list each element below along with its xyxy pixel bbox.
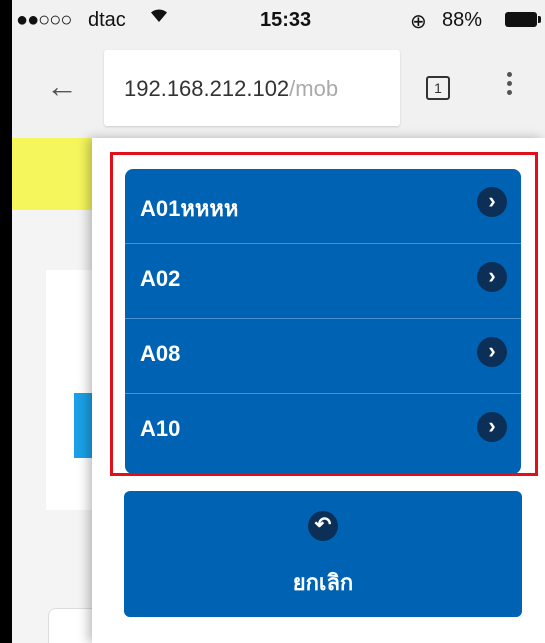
carrier-name: dtac — [88, 9, 126, 31]
chevron-right-icon: › — [477, 337, 507, 367]
clock: 15:33 — [260, 9, 312, 31]
url-path: /mob — [289, 76, 339, 101]
list-item-label: A10 — [140, 416, 181, 441]
address-bar[interactable]: 192.168.212.102/mob — [104, 50, 400, 126]
battery-icon — [505, 12, 541, 27]
list-item[interactable]: A02 › — [125, 244, 521, 319]
tab-switcher-button[interactable]: 1 — [426, 76, 450, 100]
chevron-right-icon: › — [477, 262, 507, 292]
battery-percent: 88% — [442, 9, 483, 31]
cancel-button[interactable]: ↶ ยกเลิก — [124, 491, 522, 617]
phone-screen: ●●○○○ dtac 15:33 ⊕ 88% ← 192.168.212.102… — [12, 0, 545, 643]
back-arrow-icon[interactable]: ← — [46, 68, 78, 105]
chevron-right-icon: › — [477, 412, 507, 442]
list-item[interactable]: A10 › — [125, 394, 521, 474]
cancel-button-label: ยกเลิก — [292, 570, 354, 595]
list-item-label: A01หหหห — [140, 196, 239, 221]
list-item[interactable]: A01หหหห › — [125, 169, 521, 244]
list-item[interactable]: A08 › — [125, 319, 521, 394]
browser-toolbar: ← 192.168.212.102/mob 1 — [12, 38, 545, 138]
wifi-icon — [148, 6, 170, 30]
signal-strength: ●●○○○ — [16, 9, 72, 31]
list-item-label: A08 — [140, 341, 181, 366]
list-item-label: A02 — [140, 266, 181, 291]
overflow-menu-icon[interactable] — [507, 68, 512, 99]
url-host: 192.168.212.102 — [124, 76, 290, 101]
rotation-lock-icon: ⊕ — [410, 11, 427, 33]
undo-icon: ↶ — [308, 511, 338, 541]
status-bar: ●●○○○ dtac 15:33 ⊕ 88% — [12, 0, 545, 38]
option-list: A01หหหห › A02 › A08 › A10 › — [125, 169, 521, 474]
chevron-right-icon: › — [477, 187, 507, 217]
